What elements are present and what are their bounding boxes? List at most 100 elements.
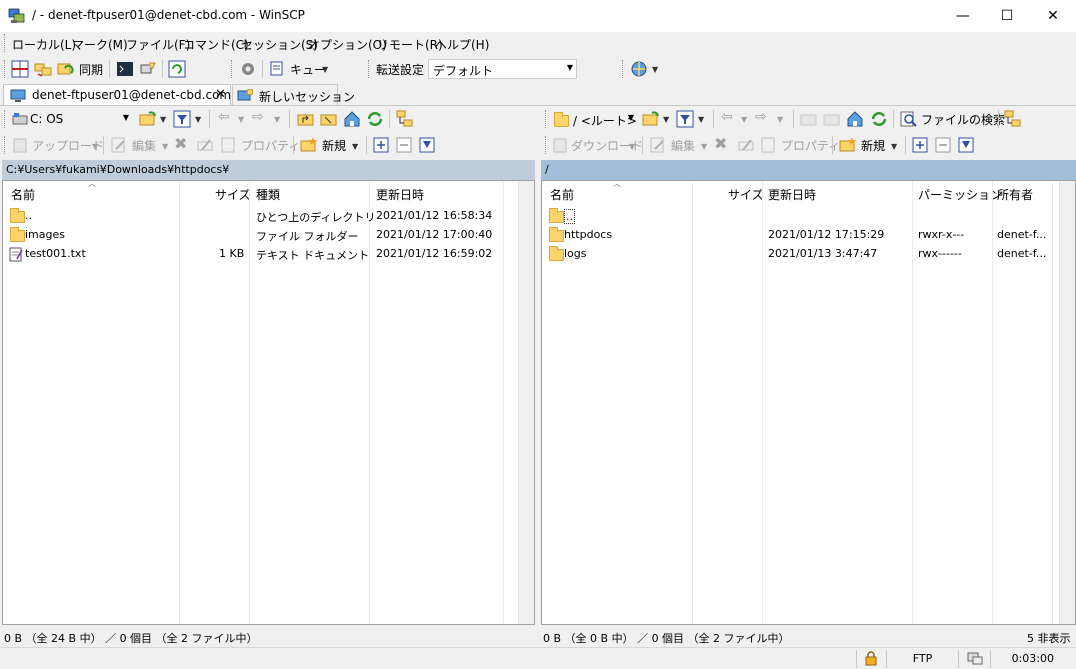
chevron-down-icon[interactable]: ▼ [698, 115, 704, 124]
minimize-button[interactable]: — [940, 0, 986, 32]
local-file-list[interactable]: 名前 ︿ サイズ 種類 更新日時 .. ひとつ上のディレクトリ 2021/01/… [2, 180, 535, 625]
toolbar-grip[interactable] [545, 136, 548, 154]
encryption-lock-icon[interactable] [856, 650, 886, 668]
chevron-down-icon[interactable]: ▼ [238, 115, 244, 124]
close-button[interactable]: ✕ [1030, 0, 1076, 32]
chevron-down-icon[interactable]: ▼ [629, 142, 635, 151]
edit-button[interactable]: 編集 [671, 137, 695, 154]
refresh-icon[interactable] [870, 110, 888, 128]
chevron-down-icon[interactable]: ▼ [352, 142, 358, 151]
queue-icon[interactable] [268, 60, 286, 78]
home-icon[interactable] [343, 110, 361, 128]
refresh-icon[interactable] [366, 110, 384, 128]
column-type[interactable]: 種類 [256, 186, 280, 203]
chevron-down-icon[interactable]: ▼ [891, 142, 897, 151]
remote-location-select[interactable]: / <ルート> ▼ [550, 109, 638, 129]
open-folder-icon[interactable] [139, 110, 157, 128]
menu-mark[interactable]: マーク(M) [72, 36, 128, 53]
delete-icon[interactable]: ✖ [714, 134, 727, 153]
chevron-down-icon[interactable]: ▼ [663, 115, 669, 124]
filter-icon[interactable] [173, 110, 191, 128]
tree-view-icon[interactable] [396, 110, 414, 128]
console-icon[interactable] [116, 60, 134, 78]
tab-close-icon[interactable]: ✕ [215, 87, 226, 102]
column-owner[interactable]: 所有者 [997, 186, 1033, 203]
synchronize-icon[interactable] [57, 60, 75, 78]
root-directory-icon[interactable] [823, 110, 841, 128]
maximize-button[interactable]: ☐ [984, 0, 1030, 32]
toolbar-grip[interactable] [231, 60, 234, 78]
menu-command[interactable]: コマンド(C) [183, 36, 249, 53]
tab-new-session[interactable]: 新しいセッション [232, 84, 355, 106]
remote-scrollbar[interactable] [1059, 181, 1075, 624]
menu-file[interactable]: ファイル(F) [126, 36, 190, 53]
root-directory-icon[interactable] [320, 110, 338, 128]
local-scrollbar[interactable] [518, 181, 534, 624]
filter-files-icon[interactable] [957, 136, 975, 154]
parent-directory-icon[interactable] [800, 110, 818, 128]
select-files-plus-icon[interactable] [372, 136, 390, 154]
queue-label[interactable]: キュー [290, 61, 326, 78]
menu-help[interactable]: ヘルプ(H) [435, 36, 489, 53]
synchronize-label[interactable]: 同期 [79, 61, 103, 78]
remote-path-bar[interactable]: / [541, 160, 1076, 180]
column-modified[interactable]: 更新日時 [768, 186, 816, 203]
transfer-preset-select[interactable]: デフォルト ▼ [428, 59, 577, 79]
delete-icon[interactable]: ✖ [174, 134, 187, 153]
toolbar-grip[interactable] [4, 136, 7, 154]
rename-icon[interactable] [737, 136, 755, 154]
file-row-logs[interactable]: logs 2021/01/13 3:47:47 rwx------ denet-… [542, 245, 1059, 264]
local-path-bar[interactable]: C:¥Users¥fukami¥Downloads¥httpdocs¥ [2, 160, 535, 180]
edit-button[interactable]: 編集 [132, 137, 156, 154]
column-modified[interactable]: 更新日時 [376, 186, 424, 203]
column-name[interactable]: 名前 [550, 186, 574, 203]
find-files-icon[interactable] [900, 110, 918, 128]
chevron-down-icon[interactable]: ▼ [92, 142, 98, 151]
chevron-down-icon[interactable]: ▼ [162, 142, 168, 151]
file-row-parent[interactable]: .. [542, 207, 1059, 226]
back-arrow-icon[interactable]: ⇦ [218, 109, 230, 125]
forward-arrow-icon[interactable]: ⇨ [252, 109, 264, 125]
refresh-session-icon[interactable] [168, 60, 186, 78]
new-session-globe-icon[interactable] [630, 60, 648, 78]
properties-icon[interactable] [760, 136, 778, 154]
putty-icon[interactable] [139, 60, 157, 78]
hidden-files-count[interactable]: 5 非表示 [1027, 630, 1071, 646]
back-arrow-icon[interactable]: ⇦ [721, 109, 733, 125]
synchronize-browsing-icon[interactable] [34, 60, 52, 78]
chevron-down-icon[interactable]: ▼ [195, 115, 201, 124]
menu-remote[interactable]: リモート(R) [377, 36, 443, 53]
column-name[interactable]: 名前 [11, 186, 35, 203]
toolbar-grip[interactable] [4, 60, 7, 78]
column-permissions[interactable]: パーミッション [918, 186, 1002, 203]
menu-session[interactable]: セッション(S) [241, 36, 318, 53]
new-folder-icon[interactable] [300, 136, 318, 154]
properties-button[interactable]: プロパティ [241, 137, 300, 154]
edit-icon[interactable] [649, 136, 667, 154]
filter-icon[interactable] [676, 110, 694, 128]
compare-directories-icon[interactable] [11, 60, 29, 78]
parent-directory-icon[interactable] [297, 110, 315, 128]
chevron-down-icon[interactable]: ▼ [777, 115, 783, 124]
column-size[interactable]: サイズ [728, 186, 764, 203]
download-icon[interactable] [552, 136, 570, 154]
menu-options[interactable]: オプション(O) [308, 36, 387, 53]
menu-local[interactable]: ローカル(L) [12, 36, 76, 53]
session-dropdown-icon[interactable]: ▼ [652, 65, 658, 74]
toolbar-grip[interactable] [545, 110, 548, 128]
local-drive-select[interactable]: C: OS ▼ [9, 109, 133, 129]
chevron-down-icon[interactable]: ▼ [741, 115, 747, 124]
column-size[interactable]: サイズ [215, 186, 251, 203]
edit-icon[interactable] [110, 136, 128, 154]
chevron-down-icon[interactable]: ▼ [160, 115, 166, 124]
menu-grip[interactable] [4, 34, 7, 52]
toolbar-grip[interactable] [368, 60, 371, 78]
find-files-button[interactable]: ファイルの検索 [921, 111, 1005, 128]
deselect-files-minus-icon[interactable] [934, 136, 952, 154]
file-row-test001[interactable]: test001.txt 1 KB テキスト ドキュメント 2021/01/12 … [3, 245, 518, 264]
queue-dropdown-icon[interactable]: ▼ [322, 65, 328, 74]
open-folder-icon[interactable] [642, 110, 660, 128]
new-button[interactable]: 新規 [861, 137, 885, 154]
new-folder-icon[interactable] [839, 136, 857, 154]
rename-icon[interactable] [196, 136, 214, 154]
